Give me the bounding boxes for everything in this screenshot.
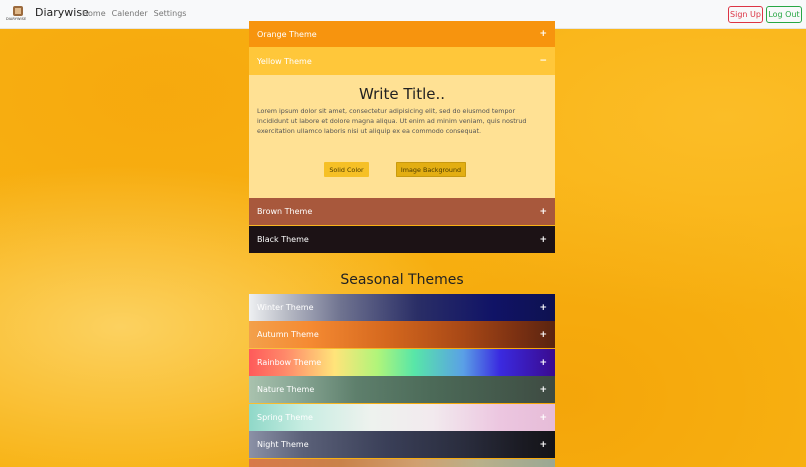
expand-icon: + [539,302,547,313]
theme-accordion: Orange Theme + Yellow Theme − Write Titl… [249,21,555,467]
accordion-header-winter[interactable]: Winter Theme + [249,294,555,321]
expand-icon: + [539,206,547,217]
accordion-header-brown[interactable]: Brown Theme + [249,198,555,225]
nav-link-settings[interactable]: Settings [154,9,187,18]
accordion-label: Night Theme [257,440,309,449]
accordion-label: Brown Theme [257,207,313,216]
nav-link-calender[interactable]: Calender [112,9,148,18]
accordion-label: Spring Theme [257,413,313,422]
accordion-label: Autumn Theme [257,330,319,339]
accordion-label: Yellow Theme [257,56,312,66]
expand-icon: + [539,357,547,368]
accordion-header-nature[interactable]: Nature Theme + [249,376,555,403]
preview-title: Write Title.. [358,85,446,103]
logo-text: DIARYWISE [6,17,27,21]
accordion-header-black[interactable]: Black Theme + [249,226,555,253]
accordion-header-rainbow[interactable]: Rainbow Theme + [249,349,555,376]
image-background-button[interactable]: Image Background [396,162,466,177]
accordion-header-night[interactable]: Night Theme + [249,431,555,458]
expand-icon: + [539,234,547,245]
expand-icon: + [539,384,547,395]
solid-color-button[interactable]: Solid Color [324,162,369,177]
accordion-label: Orange Theme [257,29,317,39]
nav-link-home[interactable]: Home [82,9,106,18]
preview-body-text: Lorem ipsum dolor sit amet, consectetur … [257,107,527,135]
sign-up-button[interactable]: Sign Up [728,6,763,23]
seasonal-themes-heading: Seasonal Themes [340,272,464,288]
accordion-label: Winter Theme [257,303,314,312]
accordion-header-yellow[interactable]: Yellow Theme − [249,47,555,75]
accordion-label: Nature Theme [257,385,315,394]
collapse-icon: − [539,56,547,66]
expand-icon: + [539,439,547,450]
log-out-button[interactable]: Log Out [766,6,802,23]
nav-links: Home Calender Settings [82,9,186,18]
accordion-header-orange[interactable]: Orange Theme + [249,21,555,47]
accordion-header-spring[interactable]: Spring Theme + [249,404,555,431]
expand-icon: + [539,29,547,39]
accordion-label: Rainbow Theme [257,358,322,367]
yellow-theme-preview-panel: Write Title.. Lorem ipsum dolor sit amet… [249,75,555,198]
diary-logo-icon [13,6,23,16]
expand-icon: + [539,329,547,340]
accordion-header-autumn[interactable]: Autumn Theme + [249,321,555,348]
accordion-label: Black Theme [257,235,309,244]
app-logo[interactable]: DIARYWISE [6,6,30,24]
expand-icon: + [539,412,547,423]
brand-name[interactable]: Diarywise [35,6,89,19]
accordion-header-partial[interactable] [249,459,555,467]
